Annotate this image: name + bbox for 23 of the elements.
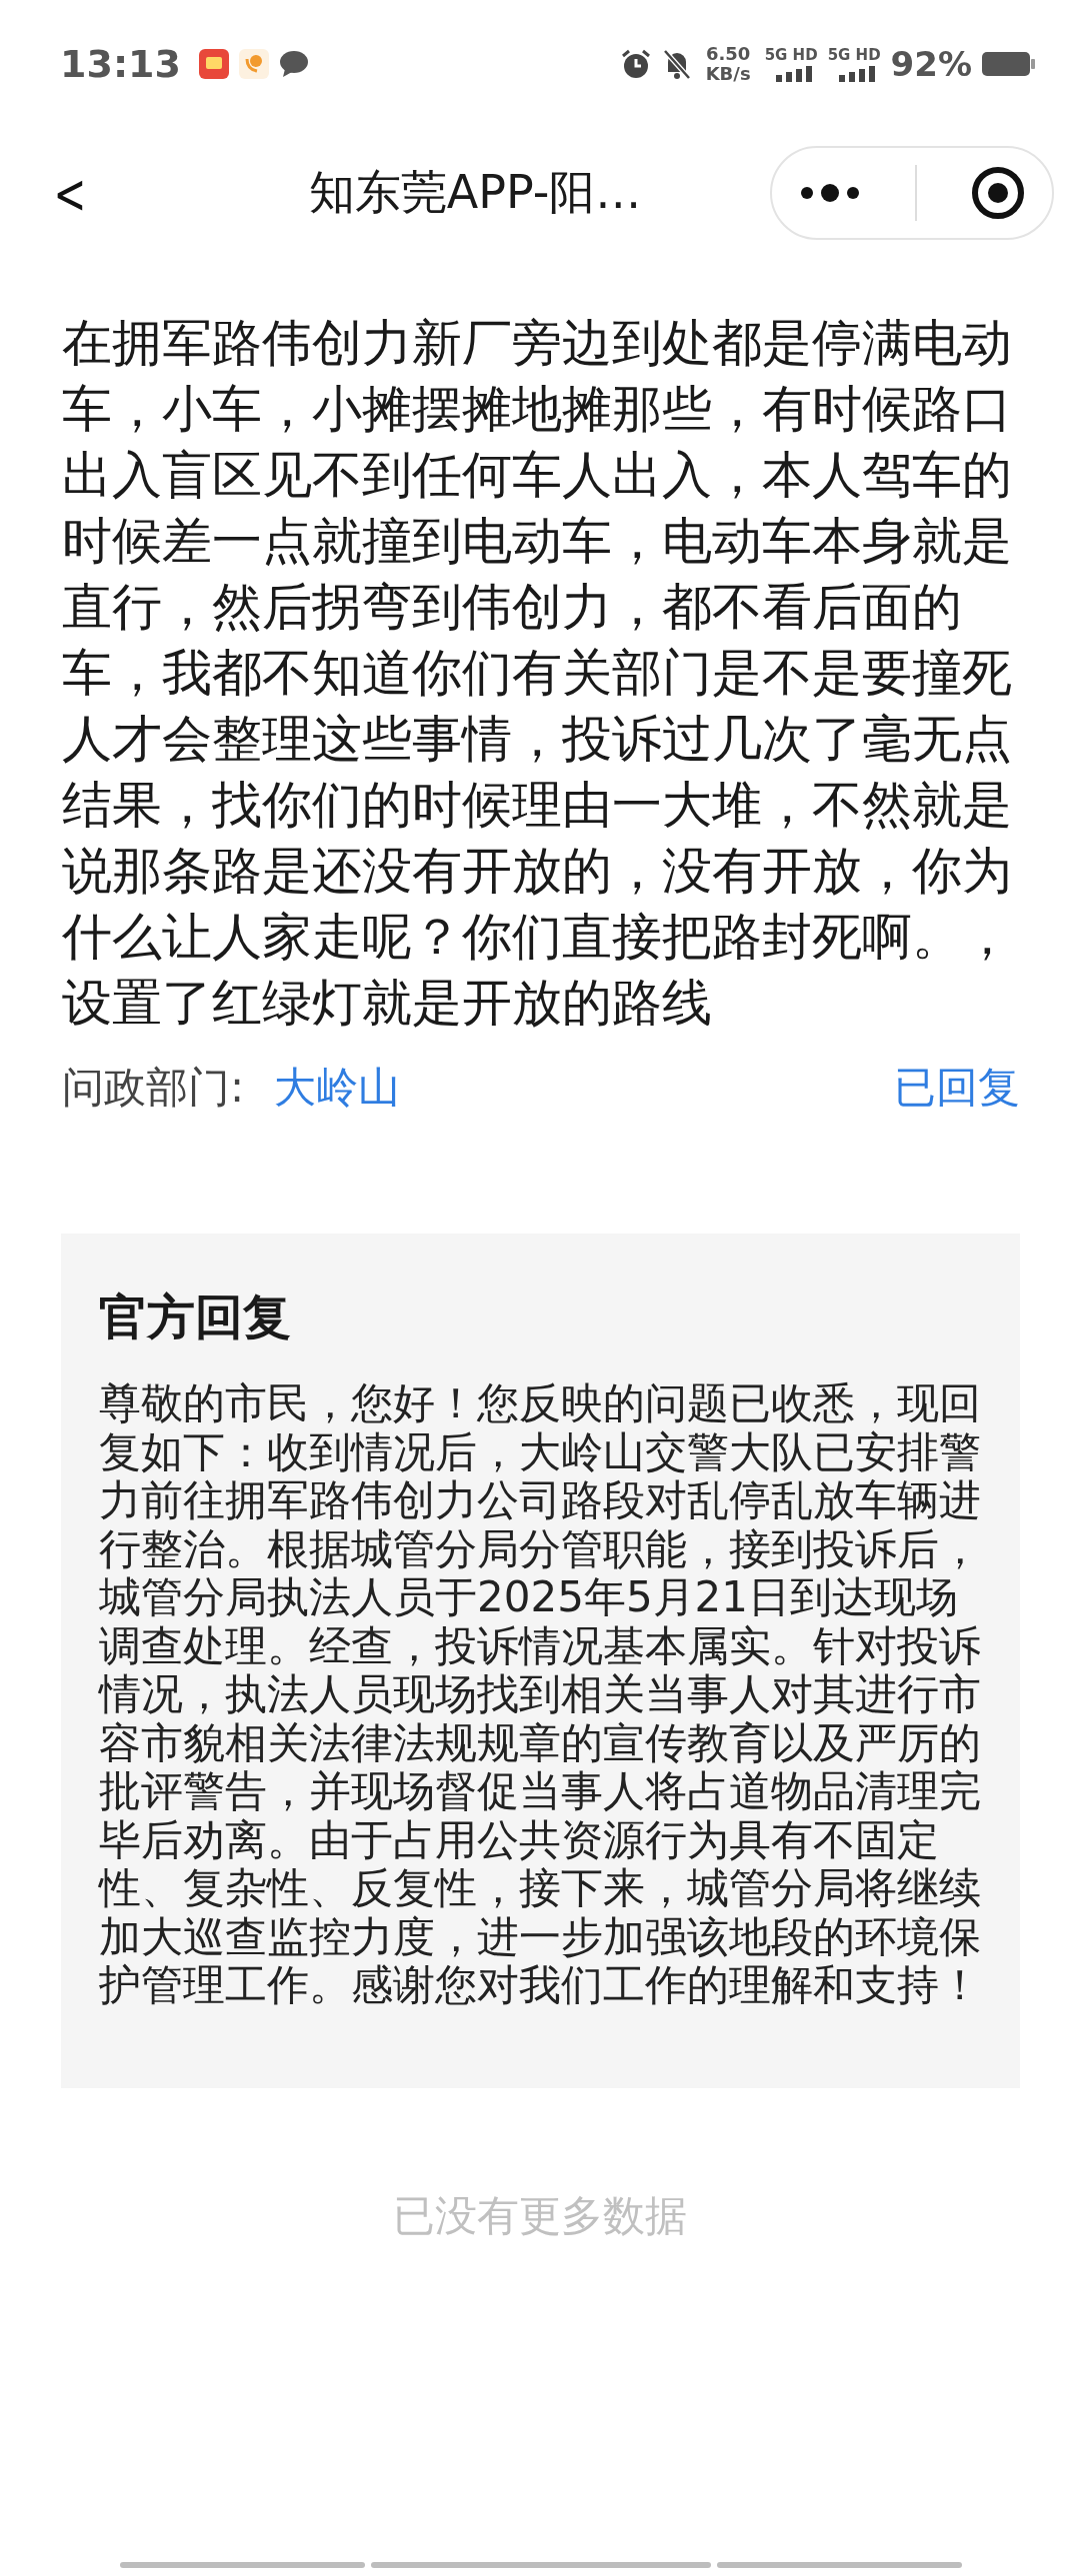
network-type-label: 5G HD xyxy=(764,46,818,64)
back-button[interactable]: < xyxy=(49,160,91,226)
reply-title: 官方回复 xyxy=(99,1288,292,1346)
battery-icon xyxy=(982,50,1036,78)
app-notification-icon xyxy=(198,49,229,79)
phone-app-icon xyxy=(238,49,269,79)
page-title: 知东莞APP-阳… xyxy=(307,164,643,221)
department-label: 问政部门: xyxy=(62,1062,245,1114)
more-icon[interactable] xyxy=(799,183,861,203)
chat-bubble-icon xyxy=(278,50,309,78)
muted-bell-icon xyxy=(661,48,692,80)
alarm-icon xyxy=(619,48,652,80)
battery-percent: 92% xyxy=(890,44,972,84)
close-target-icon[interactable] xyxy=(971,166,1025,220)
reply-text: 尊敬的市民，您好！您反映的问题已收悉，现回复如下：收到情况后，大岭山交警大队已安排警力前往拥军路伟创力公司路段对乱停乱放车辆进行整治。根据城管分局分管职能，接到投诉后，城管分局执法人员于2025年5月21日到达现场调查处理。经查，投诉情况基本属实。针对投诉情况，执法人员现场找到相关当事人对其进行市容市貌相关法律法规规章的宣传教育以及严厉的批评警告，并现场督促当事人将占道物品清理完毕后劝离。由于占用公共资源行为具有不固定性、复杂性、反复性，接下来，城管分局将继续加大巡查监控力度，进一步加强该地段的环境保护管理工作。感谢您对我们工作的理解和支持！ xyxy=(99,1379,982,2010)
network-speed: 6.50 xyxy=(705,44,751,64)
network-type-label: 5G HD xyxy=(827,46,881,64)
network-speed-unit: KB/s xyxy=(705,64,751,84)
status-time: 13:13 xyxy=(60,42,181,86)
reply-status: 已回复 xyxy=(894,1062,1020,1114)
department-link[interactable]: 大岭山 xyxy=(274,1060,401,1116)
no-more-data-text: 已没有更多数据 xyxy=(392,2190,688,2242)
complaint-text: 在拥军路伟创力新厂旁边到处都是停满电动车，小车，小摊摆摊地摊那些，有时候路口出入盲区见不到任何车人出入，本人驾车的时候差一点就撞到电动车，电动车本身就是直行，然后拐弯到伟创力，都不看后面的车，我都不知道你们有关部门是不是要撞死人才会整理这些事情，投诉过几次了毫无点结果，找你们的时候理由一大堆，不然就是说那条路是还没有开放的，没有开放，你为什么让人家走呢？你们直接把路封死啊。，设置了红绿灯就是开放的路线 xyxy=(62,313,1013,1034)
